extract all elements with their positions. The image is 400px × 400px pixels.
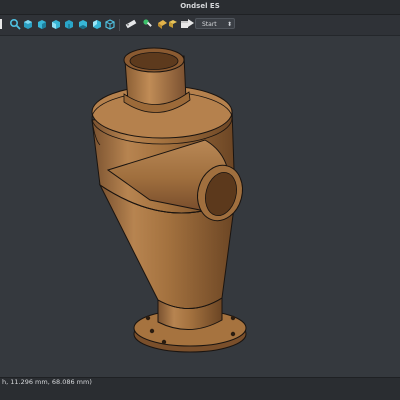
part-icon[interactable] xyxy=(156,18,168,30)
select-icon[interactable] xyxy=(0,18,9,30)
view-cube-bottom-icon[interactable] xyxy=(77,18,89,30)
view-cube-rear-icon[interactable] xyxy=(63,18,75,30)
workbench-icon xyxy=(188,19,194,27)
view-cube-front-icon[interactable] xyxy=(22,18,34,30)
3d-viewport[interactable] xyxy=(0,36,400,377)
link-icon[interactable] xyxy=(142,18,154,30)
cyclone-separator-model[interactable] xyxy=(0,36,400,377)
window-title: Ondsel ES xyxy=(180,2,220,10)
zoom-icon[interactable] xyxy=(9,18,21,30)
cad-application-window: Ondsel ES Start ⬍ h, 11.296 mm, 68.086 m… xyxy=(0,0,400,400)
title-bar: Ondsel ES xyxy=(0,0,400,15)
status-bar: h, 11.296 mm, 68.086 mm) xyxy=(0,377,400,400)
main-toolbar: Start ⬍ xyxy=(0,15,400,36)
workbench-selector[interactable]: Start ⬍ xyxy=(195,18,235,29)
view-cube-left-icon[interactable] xyxy=(91,18,103,30)
view-cube-right-icon[interactable] xyxy=(50,18,62,30)
workbench-selected-label: Start xyxy=(202,21,217,28)
isometric-icon[interactable] xyxy=(104,18,116,30)
cursor-coordinates: h, 11.296 mm, 68.086 mm) xyxy=(2,378,92,386)
chevron-down-icon: ⬍ xyxy=(226,21,232,28)
measure-icon[interactable] xyxy=(125,18,137,30)
toolbar-separator xyxy=(119,19,120,31)
view-cube-top-icon[interactable] xyxy=(36,18,48,30)
